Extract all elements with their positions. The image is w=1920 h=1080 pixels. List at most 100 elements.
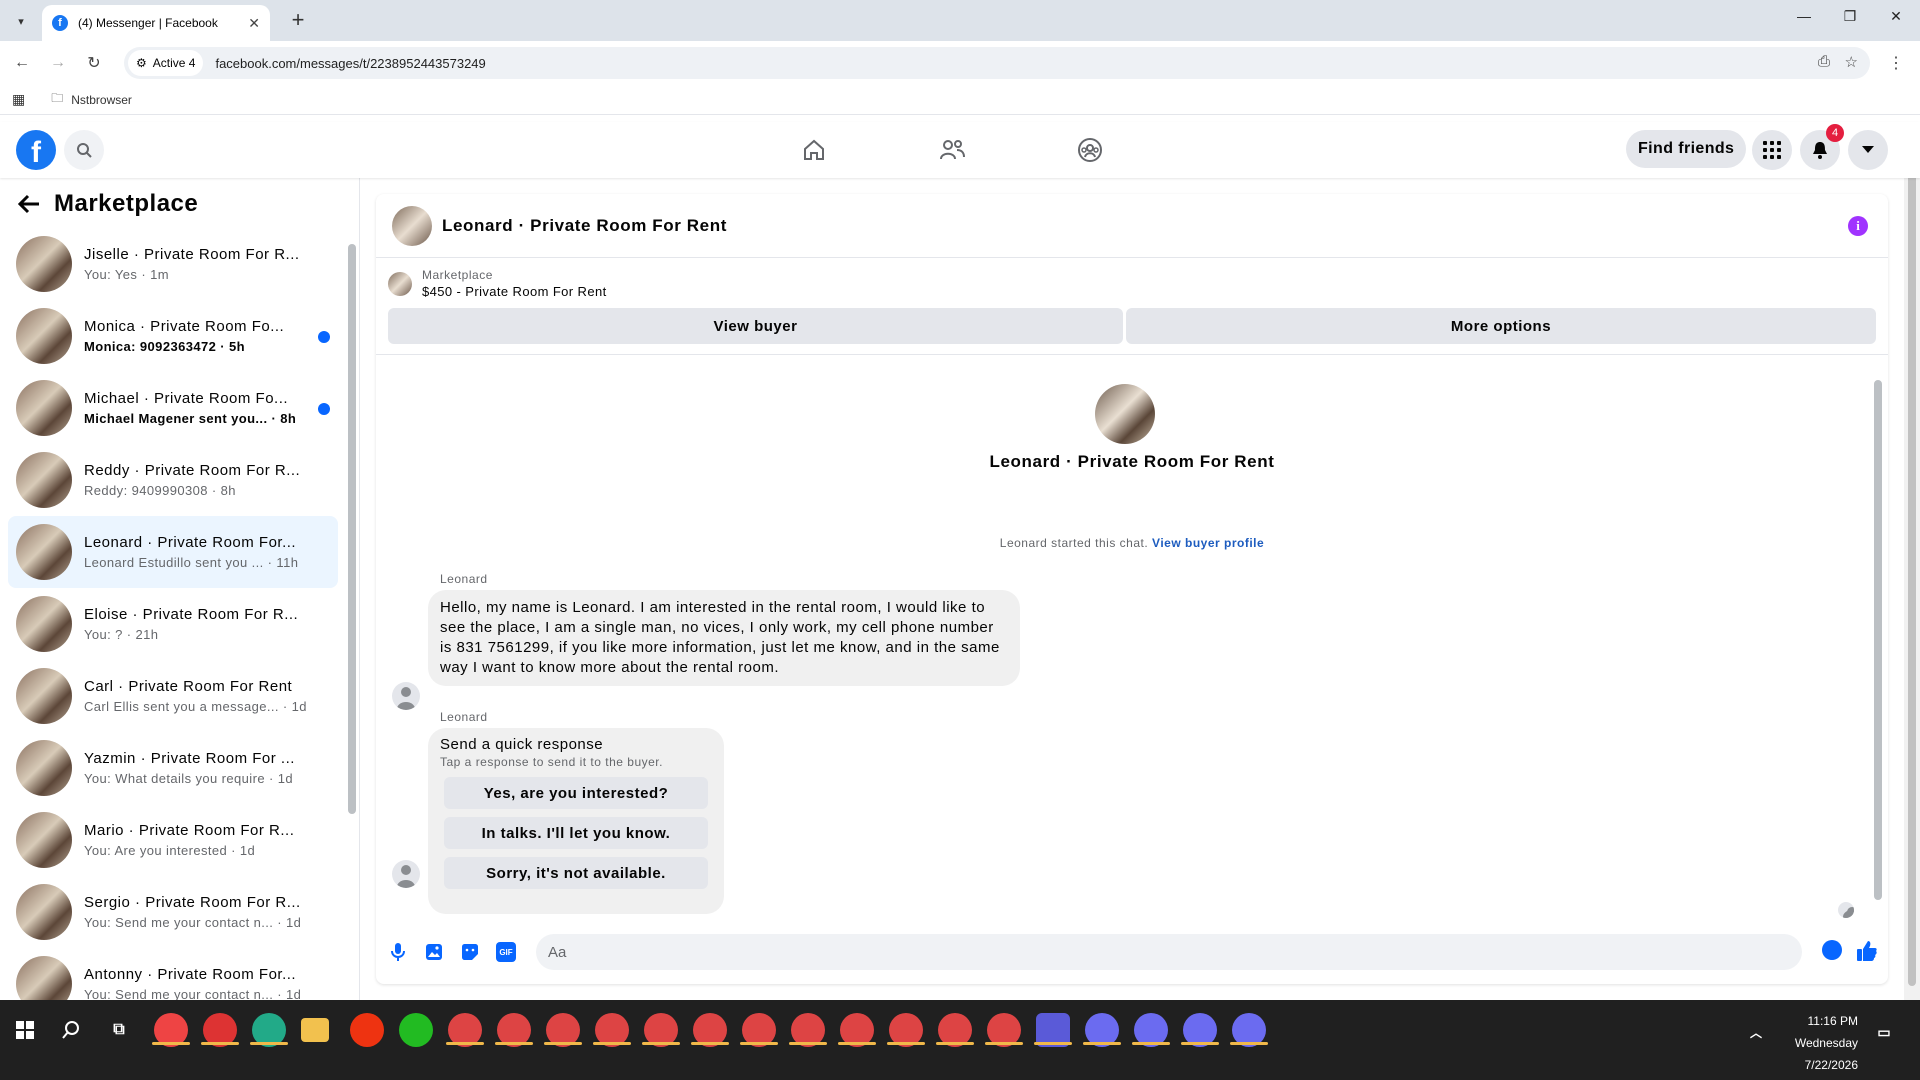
folder-icon: 🗀 (51, 91, 64, 105)
conversation-item[interactable]: Mario · Private Room For R... You: Are yo… (8, 804, 338, 876)
chat-avatar[interactable] (392, 205, 432, 246)
new-tab-button[interactable]: + (284, 6, 312, 34)
running-indicator (152, 1042, 190, 1045)
chat-started-notice: Leonard started this chat. View buyer pr… (999, 536, 1265, 550)
tab-title: (4) Messenger | Facebook (78, 16, 218, 30)
reload-button[interactable]: ↻ (82, 51, 106, 75)
system-clock[interactable]: 11:16 PM Wednesday 7/22/2026 (1795, 1010, 1858, 1076)
marketplace-sidebar: Marketplace Jiselle · Private Room For R… (0, 178, 360, 1012)
conversation-item[interactable]: Reddy · Private Room For R... Reddy: 9409… (8, 444, 338, 516)
marketplace-label: Marketplace (422, 268, 493, 282)
groups-icon[interactable] (1070, 130, 1110, 170)
message-thread: Leonard · Private Room For Rent Leonard … (376, 356, 1888, 918)
message-input[interactable]: Aa (536, 934, 1802, 970)
bookmarks-bar: ▦ 🗀 Nstbrowser (0, 85, 1920, 115)
profile-avatar (1095, 384, 1155, 444)
unread-dot (318, 331, 330, 343)
page-scroll-thumb[interactable] (1908, 136, 1916, 986)
message-composer: GIF Aa (376, 932, 1888, 972)
like-icon[interactable] (1856, 940, 1878, 968)
quick-response-yes[interactable]: Yes, are you interested? (444, 777, 708, 809)
listing-thumbnail (388, 271, 412, 296)
quick-response-in-talks[interactable]: In talks. I'll let you know. (444, 817, 708, 849)
task-view-icon[interactable]: ⧉ (102, 1013, 136, 1047)
conversation-preview: Michael Magener sent you... · 8h (84, 411, 297, 426)
listing-price-title: $450 - Private Room For Rent (422, 284, 607, 299)
install-app-icon[interactable]: ⎙ (1818, 53, 1830, 70)
conversation-item[interactable]: Carl · Private Room For Rent Carl Ellis s… (8, 660, 338, 732)
info-icon[interactable]: i (1848, 216, 1868, 236)
address-bar[interactable]: ⚙ Active 4 facebook.com/messages/t/223895… (124, 47, 1870, 79)
chat-scrollbar[interactable] (1874, 380, 1882, 900)
quick-response-not-available[interactable]: Sorry, it's not available. (444, 857, 708, 889)
view-buyer-button[interactable]: View buyer (388, 308, 1123, 344)
sticker-icon[interactable] (460, 942, 480, 962)
image-icon[interactable] (424, 942, 444, 962)
conversation-item[interactable]: Leonard · Private Room For... Leonard Est… (8, 516, 338, 588)
mic-icon[interactable] (388, 942, 408, 962)
bookmark-folder[interactable]: 🗀 Nstbrowser (51, 89, 132, 110)
back-arrow-icon[interactable] (18, 194, 40, 214)
facebook-logo-icon[interactable]: f (16, 130, 56, 170)
conversation-name: Yazmin · Private Room For ... (84, 750, 295, 767)
running-indicator (1181, 1042, 1219, 1045)
notification-center-icon[interactable]: ▭ (1874, 1022, 1894, 1042)
xbox-icon[interactable] (399, 1013, 433, 1047)
gif-icon[interactable]: GIF (496, 942, 516, 962)
find-friends-button[interactable]: Find friends (1626, 130, 1747, 168)
close-window-button[interactable]: ✕ (1876, 8, 1916, 25)
hidden-icons-chevron-icon[interactable]: ︿ (1746, 1022, 1766, 1042)
tune-icon: ⚙ (136, 56, 147, 70)
tab-search-button[interactable]: ▾ (10, 10, 32, 32)
conversation-preview: You: Yes · 1m (84, 267, 169, 282)
search-icon[interactable] (54, 1013, 88, 1047)
browser-tab[interactable]: f (4) Messenger | Facebook ✕ (42, 5, 270, 41)
close-tab-icon[interactable]: ✕ (248, 15, 260, 32)
site-info-chip[interactable]: ⚙ Active 4 (128, 50, 204, 76)
notifications-button[interactable]: 4 (1800, 124, 1844, 170)
back-button[interactable]: ← (10, 51, 34, 75)
apps-grid-icon[interactable]: ▦ (12, 91, 25, 108)
chat-header: Leonard · Private Room For Rent i (376, 194, 1888, 258)
message-sender: Leonard (440, 572, 488, 586)
search-icon[interactable] (64, 130, 104, 170)
conversation-item[interactable]: Michael · Private Room Fo... Michael Mage… (8, 372, 338, 444)
restore-button[interactable]: ❐ (1830, 8, 1870, 25)
url-text[interactable]: facebook.com/messages/t/2238952443573249 (215, 56, 485, 71)
quick-response-card: Send a quick response Tap a response to … (428, 728, 724, 914)
browser-menu-icon[interactable]: ⋮ (1884, 51, 1908, 75)
conversation-preview: You: Are you interested · 1d (84, 843, 256, 858)
media-player-icon[interactable] (350, 1013, 384, 1047)
windows-start-icon[interactable] (8, 1013, 42, 1047)
conversation-preview: You: Send me your contact n... · 1d (84, 915, 302, 930)
emoji-icon[interactable] (1822, 940, 1842, 960)
file-explorer-icon[interactable] (301, 1018, 329, 1042)
tab-bar: ▾ f (4) Messenger | Facebook ✕ + — ❐ ✕ (0, 0, 1920, 41)
menu-grid-icon[interactable] (1752, 130, 1792, 170)
facebook-header: f Find friends 4 (0, 122, 1920, 178)
conversation-item[interactable]: Yazmin · Private Room For ... You: What d… (8, 732, 338, 804)
view-buyer-profile-link[interactable]: View buyer profile (1152, 536, 1264, 550)
conversation-item[interactable]: Sergio · Private Room For R... You: Send … (8, 876, 338, 948)
chat-title[interactable]: Leonard · Private Room For Rent (442, 216, 727, 236)
home-icon[interactable] (794, 130, 834, 170)
page-scrollbar[interactable] (1904, 122, 1920, 1000)
sidebar-scrollbar[interactable] (348, 244, 356, 814)
forward-button[interactable]: → (46, 51, 70, 75)
divider (376, 354, 1888, 355)
minimize-button[interactable]: — (1784, 8, 1824, 24)
bookmark-star-icon[interactable]: ☆ (1845, 53, 1858, 71)
notification-badge: 4 (1826, 124, 1844, 142)
conversation-item[interactable]: Eloise · Private Room For R... You: ? · 2… (8, 588, 338, 660)
listing-summary[interactable]: Marketplace $450 - Private Room For Rent (388, 268, 607, 299)
conversation-avatar (16, 884, 72, 940)
conversation-item[interactable]: Monica · Private Room Fo... Monica: 90923… (8, 300, 338, 372)
account-menu-button[interactable] (1848, 130, 1888, 170)
message-bubble[interactable]: Hello, my name is Leonard. I am interest… (428, 590, 1020, 686)
quick-response-subtitle: Tap a response to send it to the buyer. (440, 755, 663, 769)
conversation-item[interactable]: Jiselle · Private Room For R... You: Yes … (8, 228, 338, 300)
friends-icon[interactable] (932, 130, 972, 170)
conversation-avatar (16, 668, 72, 724)
conversation-name: Mario · Private Room For R... (84, 822, 295, 839)
more-options-button[interactable]: More options (1126, 308, 1876, 344)
